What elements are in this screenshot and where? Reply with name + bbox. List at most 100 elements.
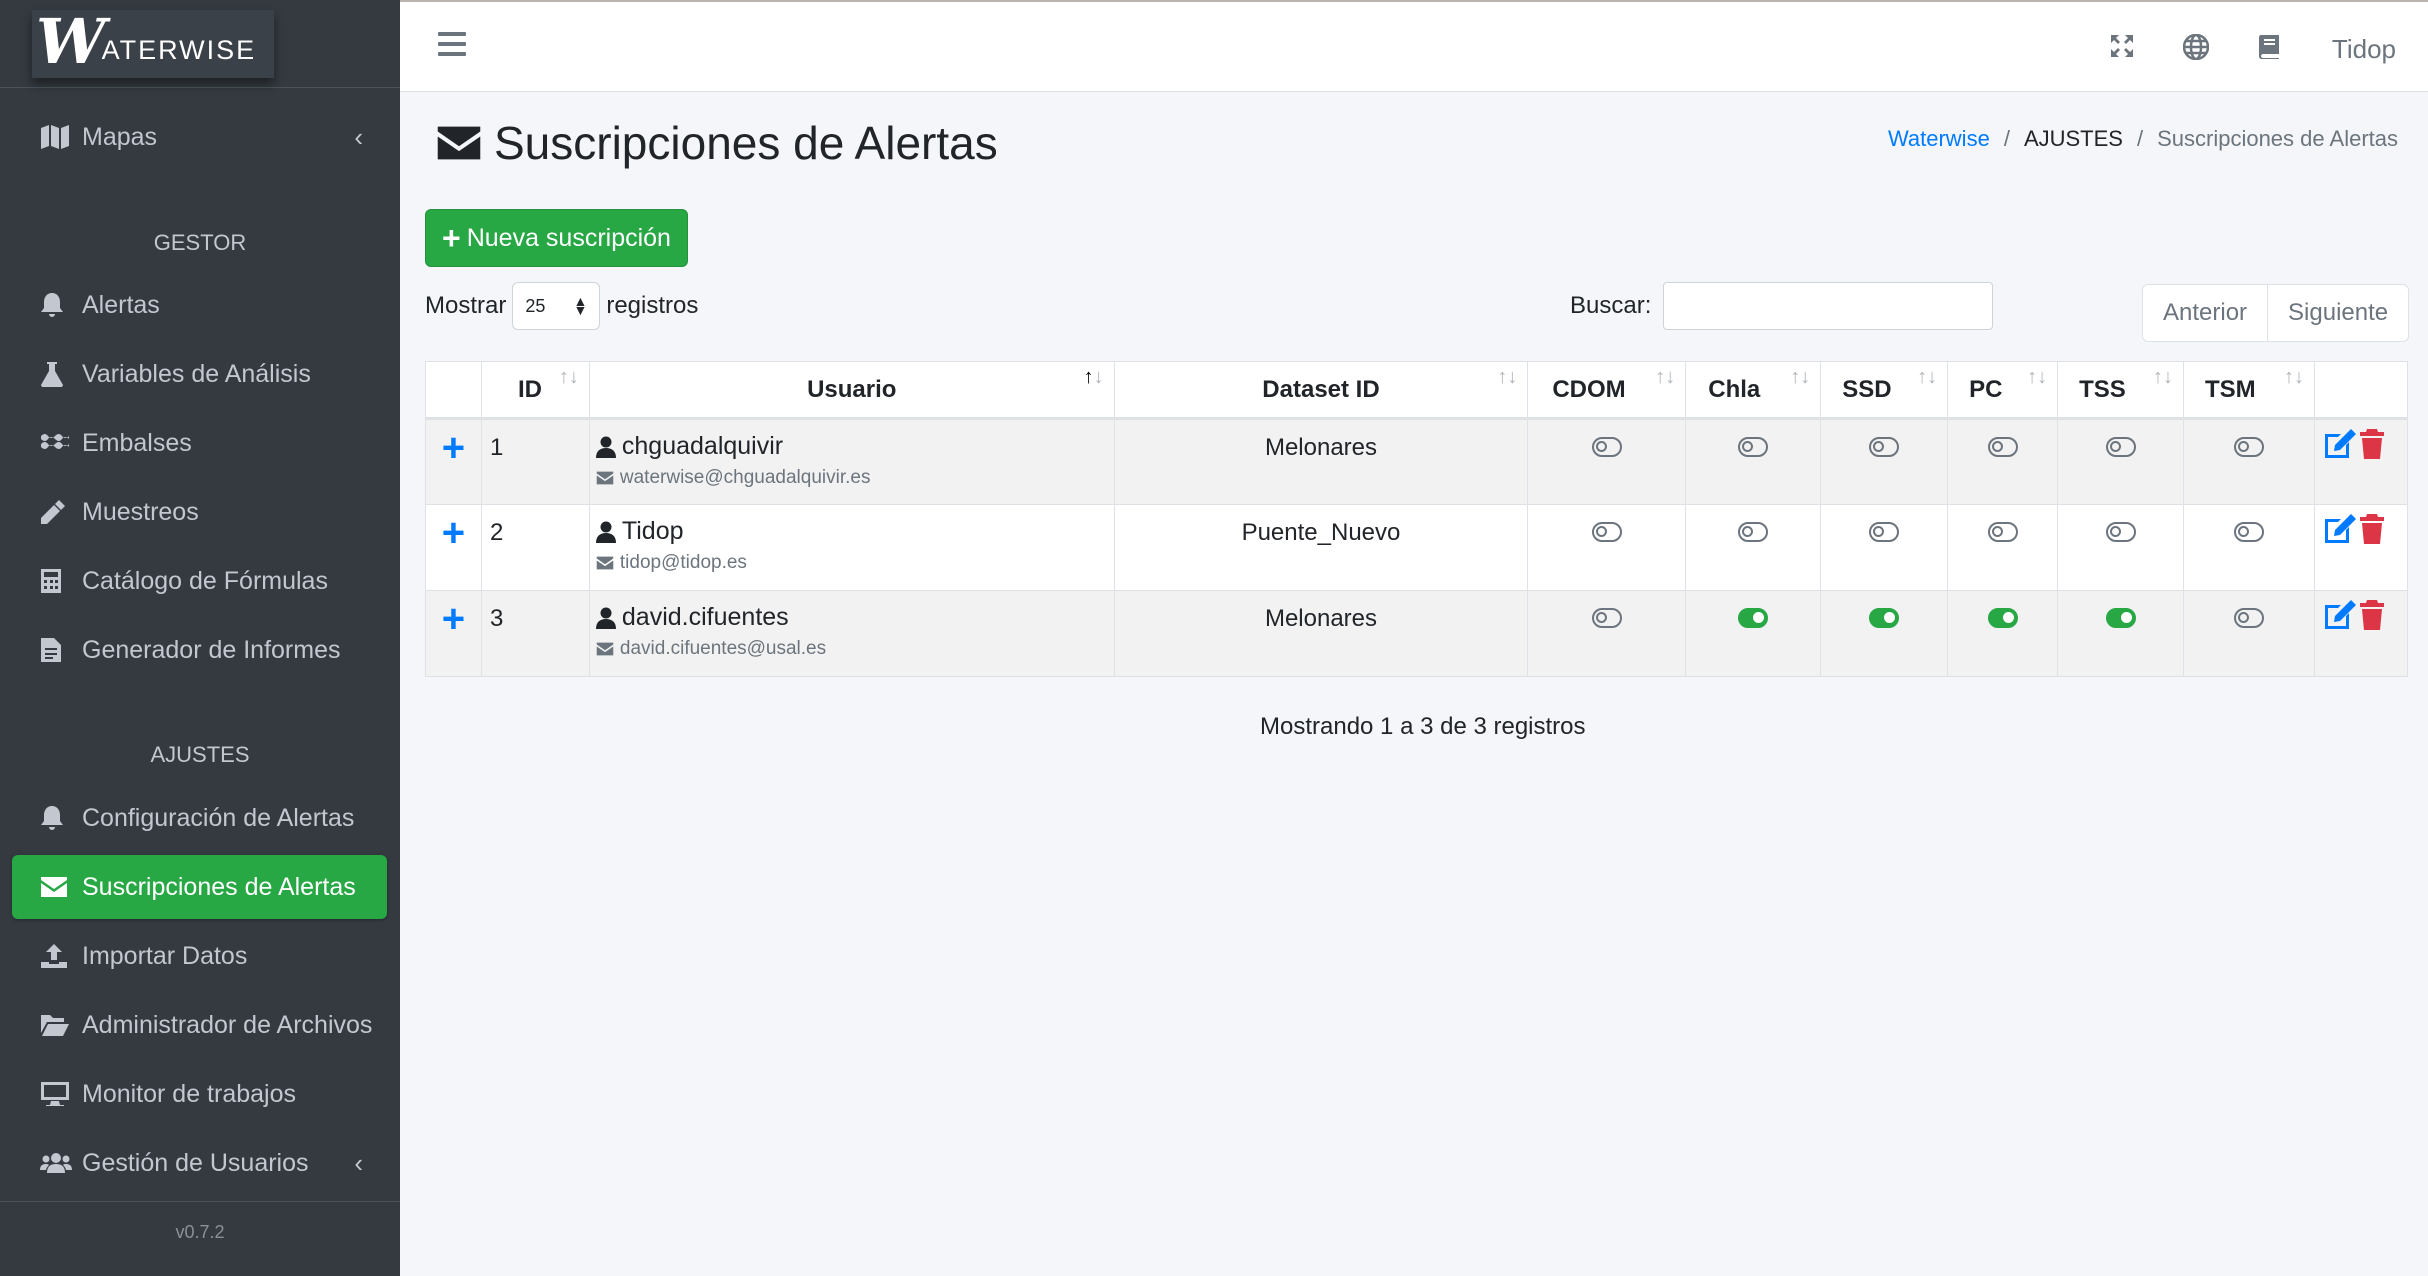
sidebar-item-label: Muestreos — [82, 497, 199, 526]
toggle-off-icon[interactable] — [2233, 522, 2264, 542]
column-header-chla[interactable]: Chla ↑↓ — [1685, 361, 1822, 420]
toggle-on-icon[interactable] — [2105, 608, 2136, 628]
toggle-off-icon[interactable] — [1987, 522, 2018, 542]
bell-icon — [40, 803, 74, 833]
column-header-usuario[interactable]: Usuario ↑↓ — [588, 361, 1115, 420]
toggle-on-icon[interactable] — [1738, 608, 1769, 628]
top-navbar: Tidop — [400, 0, 2428, 92]
brand[interactable]: W ATERWISE — [0, 0, 400, 88]
sidebar-item-muestreos[interactable]: Muestreos — [12, 480, 387, 544]
sidebar-item-label: Suscripciones de Alertas — [82, 872, 356, 901]
sidebar-item-label: Variables de Análisis — [82, 359, 311, 388]
records-label: registros — [606, 292, 699, 319]
plus-icon: + — [441, 426, 466, 470]
envelope-icon — [596, 642, 614, 656]
column-label: Chla — [1708, 375, 1761, 403]
cell-id: 1 — [480, 418, 590, 505]
toggle-off-icon[interactable] — [1591, 522, 1622, 542]
breadcrumb-home[interactable]: Waterwise — [1888, 126, 1990, 152]
sidebar-item-suscripciones[interactable]: Suscripciones de Alertas — [12, 855, 387, 919]
sort-asc-icon: ↑↓ — [1083, 366, 1104, 388]
user-email-text: david.cifuentes@usal.es — [619, 638, 827, 659]
cell-ssd — [1820, 418, 1949, 505]
trash-icon[interactable] — [2359, 513, 2385, 552]
column-header-pc[interactable]: PC ↑↓ — [1947, 361, 2059, 420]
column-header-tsm[interactable]: TSM ↑↓ — [2183, 361, 2315, 420]
sidebar-item-formulas[interactable]: Catálogo de Fórmulas — [12, 549, 387, 613]
pagination: Anterior Siguiente — [2142, 284, 2410, 342]
map-icon — [40, 122, 74, 152]
cell-user: Tidop tidop@tidop.es — [588, 504, 1115, 591]
toggle-off-icon[interactable] — [1591, 437, 1622, 457]
toggle-off-icon[interactable] — [1869, 437, 1900, 457]
column-header-tss[interactable]: TSS ↑↓ — [2057, 361, 2184, 420]
chevron-left-icon: ‹ — [354, 121, 363, 152]
sidebar-item-importar[interactable]: Importar Datos — [12, 924, 387, 988]
search-input[interactable] — [1663, 282, 1994, 330]
sidebar-item-variables[interactable]: Variables de Análisis — [12, 342, 387, 406]
sort-icon: ↑↓ — [2153, 366, 2173, 388]
cell-chla — [1685, 504, 1822, 591]
menu-icon[interactable] — [438, 32, 466, 58]
sidebar-item-embalses[interactable]: Embalses — [12, 411, 387, 475]
user-icon — [595, 436, 616, 458]
trash-icon[interactable] — [2359, 428, 2385, 467]
envelope-icon — [437, 126, 481, 160]
waterwise-logo[interactable]: W ATERWISE — [32, 9, 275, 78]
user-menu[interactable]: Tidop — [2332, 34, 2396, 65]
page-title: Suscripciones de Alertas — [436, 116, 998, 170]
previous-page-button[interactable]: Anterior — [2143, 285, 2267, 341]
edit-icon[interactable] — [2323, 599, 2357, 638]
column-header-cdom[interactable]: CDOM ↑↓ — [1527, 361, 1687, 420]
globe-icon[interactable] — [2182, 33, 2210, 65]
sidebar-item-monitor[interactable]: Monitor de trabajos — [12, 1062, 387, 1126]
sidebar-item-usuarios[interactable]: Gestión de Usuarios ‹ — [12, 1131, 387, 1195]
sidebar-item-config-alertas[interactable]: Configuración de Alertas — [12, 786, 387, 850]
cell-id: 3 — [480, 590, 590, 677]
upload-icon — [40, 941, 74, 971]
desktop-icon — [40, 1079, 74, 1109]
toggle-off-icon[interactable] — [2233, 608, 2264, 628]
toggle-off-icon[interactable] — [1869, 522, 1900, 542]
toggle-off-icon[interactable] — [1738, 522, 1769, 542]
sidebar-item-informes[interactable]: Generador de Informes — [12, 618, 387, 682]
column-label: ID — [517, 375, 542, 403]
table-row: +1 chguadalquivir waterwise@chguadalquivir… — [425, 418, 2409, 505]
toggle-off-icon[interactable] — [1738, 437, 1769, 457]
page-size-select[interactable]: 25 ▲ ▼ — [512, 282, 601, 330]
sidebar-item-label: Monitor de trabajos — [82, 1079, 297, 1108]
expand-row-button[interactable]: + — [425, 418, 482, 505]
calculator-icon — [40, 566, 74, 596]
sidebar-item-mapas[interactable]: Mapas ‹ — [12, 105, 387, 169]
sidebar-item-alertas[interactable]: Alertas — [12, 273, 387, 337]
expand-row-button[interactable]: + — [425, 504, 482, 591]
column-header-dataset[interactable]: Dataset ID ↑↓ — [1113, 361, 1529, 420]
book-icon[interactable] — [2258, 34, 2280, 65]
sidebar-item-label: Administrador de Archivos — [82, 1010, 373, 1039]
breadcrumb-separator: / — [2136, 126, 2144, 151]
column-header-id[interactable]: ID ↑↓ — [480, 361, 590, 420]
new-subscription-button[interactable]: + Nueva suscripción — [425, 209, 688, 267]
logo-text: ATERWISE — [101, 34, 257, 65]
user-name-text: david.cifuentes — [621, 603, 789, 631]
section-header-gestor: GESTOR — [153, 230, 247, 255]
edit-icon[interactable] — [2323, 513, 2357, 552]
toggle-off-icon[interactable] — [2105, 437, 2136, 457]
column-header-ssd[interactable]: SSD ↑↓ — [1820, 361, 1949, 420]
edit-icon[interactable] — [2323, 428, 2357, 467]
toggle-off-icon[interactable] — [1987, 437, 2018, 457]
cell-chla — [1685, 418, 1822, 505]
breadcrumb: Waterwise / AJUSTES / Suscripciones de A… — [1888, 126, 2398, 152]
trash-icon[interactable] — [2359, 599, 2385, 638]
sidebar-item-archivos[interactable]: Administrador de Archivos — [12, 993, 387, 1057]
toggle-on-icon[interactable] — [1987, 608, 2018, 628]
cell-user: david.cifuentes david.cifuentes@usal.es — [588, 590, 1115, 677]
toggle-off-icon[interactable] — [1591, 608, 1622, 628]
expand-row-button[interactable]: + — [425, 590, 482, 677]
toggle-off-icon[interactable] — [2105, 522, 2136, 542]
water-icon — [40, 428, 74, 458]
expand-icon[interactable] — [2110, 34, 2134, 63]
next-page-button[interactable]: Siguiente — [2267, 285, 2408, 341]
toggle-off-icon[interactable] — [2233, 437, 2264, 457]
toggle-on-icon[interactable] — [1869, 608, 1900, 628]
